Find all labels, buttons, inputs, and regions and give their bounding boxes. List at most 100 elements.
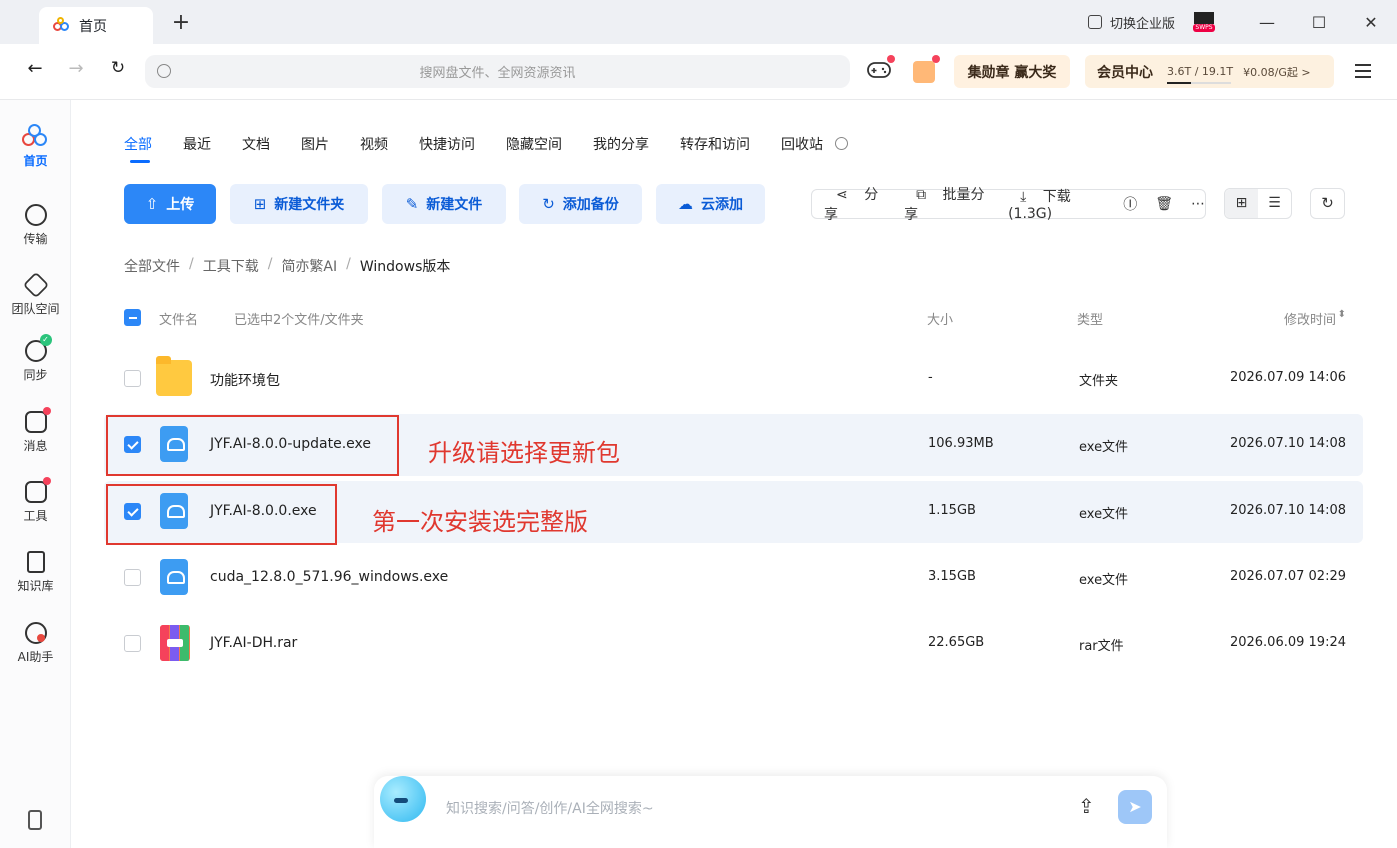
table-row[interactable]: 功能环境包 - 文件夹 2026.07.09 14:06 — [104, 348, 1363, 410]
sidebar-item-transfer[interactable]: 传输 — [0, 204, 71, 247]
send-icon[interactable]: ➤ — [1118, 790, 1152, 824]
add-backup-button[interactable]: ↻ 添加备份 — [519, 184, 642, 224]
file-name[interactable]: 功能环境包 — [210, 370, 280, 390]
tab-recent[interactable]: 最近 — [183, 134, 211, 154]
switch-icon — [1087, 15, 1102, 29]
folder-icon — [156, 356, 192, 396]
tab-videos[interactable]: 视频 — [360, 134, 388, 154]
sidebar-label: 知识库 — [17, 579, 54, 593]
medal-prize-button[interactable]: 集勋章 赢大奖 — [954, 55, 1070, 88]
file-name[interactable]: cuda_12.8.0_571.96_windows.exe — [210, 569, 448, 585]
tab-hidden-space[interactable]: 隐藏空间 — [506, 134, 562, 154]
phone-icon[interactable] — [28, 810, 42, 830]
sync-icon: ✓ — [24, 334, 52, 362]
gift-bag-icon[interactable] — [913, 55, 940, 83]
cloud-add-button[interactable]: ☁ 云添加 — [656, 184, 765, 224]
storage-usage: 3.6T / 19.1T — [1167, 65, 1233, 84]
selection-count: 已选中2个文件/文件夹 — [234, 313, 364, 328]
annotation-update-note: 升级请选择更新包 — [428, 439, 620, 467]
breadcrumb-item[interactable]: 全部文件 — [124, 256, 180, 276]
tab-quick-access[interactable]: 快捷访问 — [419, 134, 475, 154]
search-icon — [157, 64, 171, 78]
hidden-eye-icon[interactable] — [835, 137, 848, 150]
sort-icon[interactable]: ⬍ — [1338, 309, 1346, 320]
new-folder-button[interactable]: ⊞ 新建文件夹 — [230, 184, 368, 224]
ai-search-input[interactable]: 知识搜索/问答/创作/AI全网搜索~ — [446, 798, 654, 818]
view-toggle: ⊞ ☰ — [1224, 188, 1292, 219]
sidebar-item-team-space[interactable]: 团队空间 — [0, 271, 71, 317]
breadcrumb-item[interactable]: 工具下载 — [203, 256, 259, 276]
reload-button[interactable]: ↻ — [105, 58, 131, 78]
sidebar-item-sync[interactable]: ✓ 同步 — [0, 334, 71, 383]
upload-label: 上传 — [166, 197, 195, 213]
select-all-checkbox[interactable] — [124, 309, 141, 326]
tab-home[interactable]: 首页 — [39, 7, 153, 44]
upload-arrow-icon[interactable]: ⇪ — [1078, 794, 1095, 818]
batch-share-icon: ⧉ — [916, 187, 931, 203]
file-date: 2026.07.10 14:08 — [1229, 436, 1346, 451]
close-button[interactable]: ✕ — [1345, 13, 1397, 32]
refresh-icon[interactable]: ↻ — [1310, 188, 1345, 219]
sidebar-item-knowledge-base[interactable]: 知识库 — [0, 551, 71, 594]
file-size: 3.15GB — [928, 569, 976, 584]
gamepad-icon[interactable] — [866, 55, 895, 80]
swps-badge-icon[interactable]: SWPS — [1193, 11, 1215, 33]
ai-avatar-icon[interactable] — [380, 776, 426, 822]
tab-recycle-bin[interactable]: 回收站 — [781, 134, 823, 154]
row-checkbox[interactable] — [124, 370, 141, 387]
add-backup-label: 添加备份 — [562, 197, 619, 213]
file-size: 1.15GB — [928, 503, 976, 518]
table-row[interactable]: JYF.AI-DH.rar 22.65GB rar文件 2026.06.09 1… — [104, 613, 1363, 675]
tab-all[interactable]: 全部 — [124, 134, 152, 163]
row-checkbox[interactable] — [124, 635, 141, 652]
tab-my-shares[interactable]: 我的分享 — [593, 134, 649, 154]
back-button[interactable]: ← — [22, 58, 48, 79]
download-button[interactable]: ⤓ 下载(1.3G) — [1008, 186, 1105, 222]
rename-icon[interactable]: Ⓘ — [1123, 194, 1137, 214]
vip-center-button[interactable]: 会员中心 3.6T / 19.1T ¥0.08/G起 > — [1085, 55, 1334, 88]
tab-images[interactable]: 图片 — [301, 134, 329, 154]
vip-price: ¥0.08/G起 > — [1243, 65, 1311, 79]
ai-assistant-icon — [24, 622, 47, 644]
batch-share-button[interactable]: ⧉ 批量分享 — [904, 184, 990, 224]
maximize-button[interactable]: ☐ — [1293, 13, 1345, 32]
file-type: exe文件 — [1079, 440, 1129, 455]
hamburger-menu-icon[interactable] — [1355, 64, 1371, 78]
more-icon[interactable]: ⋯ — [1191, 196, 1205, 212]
share-button[interactable]: ⋖ 分享 — [824, 184, 886, 224]
title-bar: 首页 + 切换企业版 SWPS — ☐ ✕ — [0, 0, 1397, 44]
table-header: 文件名 已选中2个文件/文件夹 大小 类型 修改时间 ⬍ — [124, 309, 1346, 328]
new-folder-icon: ⊞ — [253, 195, 267, 213]
file-size: - — [928, 370, 933, 385]
grid-view-icon[interactable]: ⊞ — [1225, 189, 1258, 218]
new-tab-button[interactable]: + — [170, 10, 192, 35]
new-file-label: 新建文件 — [426, 197, 483, 213]
breadcrumb-item[interactable]: 简亦繁AI — [281, 256, 337, 276]
tab-documents[interactable]: 文档 — [242, 134, 270, 154]
storage-bar — [1167, 82, 1231, 84]
sidebar-item-tools[interactable]: 工具 — [0, 477, 71, 524]
col-size[interactable]: 大小 — [927, 309, 953, 328]
vip-label: 会员中心 — [1097, 64, 1153, 81]
search-placeholder: 搜网盘文件、全网资源资讯 — [419, 66, 576, 81]
file-name[interactable]: JYF.AI-DH.rar — [210, 635, 297, 651]
switch-enterprise-button[interactable]: 切换企业版 — [1087, 13, 1175, 32]
col-type[interactable]: 类型 — [1077, 309, 1103, 328]
sidebar-item-home[interactable]: 首页 — [0, 124, 71, 169]
sidebar-item-message[interactable]: 消息 — [0, 407, 71, 454]
col-name[interactable]: 文件名 — [159, 309, 198, 328]
forward-button[interactable]: → — [63, 58, 89, 79]
minimize-button[interactable]: — — [1241, 13, 1293, 32]
list-view-icon[interactable]: ☰ — [1258, 189, 1291, 218]
sidebar-item-ai-assistant[interactable]: AI助手 — [0, 622, 71, 665]
tab-transfer-access[interactable]: 转存和访问 — [680, 134, 750, 154]
search-input[interactable]: 搜网盘文件、全网资源资讯 — [145, 55, 850, 88]
table-row[interactable]: cuda_12.8.0_571.96_windows.exe 3.15GB ex… — [104, 547, 1363, 609]
new-file-button[interactable]: ✎ 新建文件 — [382, 184, 506, 224]
annotation-box-install — [106, 484, 337, 545]
row-checkbox[interactable] — [124, 569, 141, 586]
delete-icon[interactable]: 🗑 — [1155, 196, 1173, 212]
backup-icon: ↻ — [542, 195, 555, 213]
upload-button[interactable]: ⇧ 上传 — [124, 184, 216, 224]
col-date[interactable]: 修改时间 — [1284, 309, 1336, 328]
